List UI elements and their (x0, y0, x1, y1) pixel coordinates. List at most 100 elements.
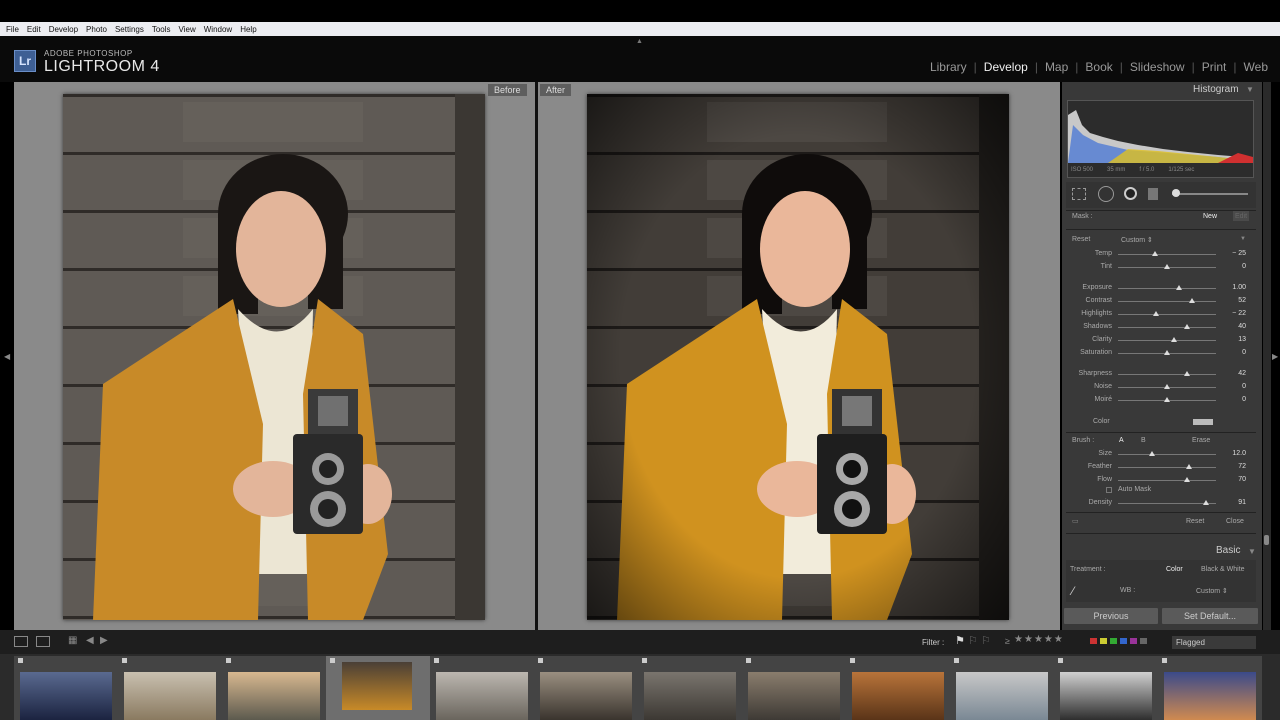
filmstrip-thumbnail[interactable] (852, 672, 944, 720)
slider-knob[interactable] (1189, 298, 1196, 303)
slider-value[interactable]: 1.00 (1226, 284, 1246, 291)
slider-value[interactable]: 0 (1226, 383, 1246, 390)
slider-value[interactable]: 0 (1226, 263, 1246, 270)
filmstrip-thumbnail[interactable] (342, 662, 412, 710)
reset-label[interactable]: Reset (1072, 236, 1090, 243)
filmstrip-thumbnail[interactable] (228, 672, 320, 720)
slider-knob[interactable] (1183, 324, 1190, 329)
pick-flag-icon[interactable] (1058, 658, 1063, 663)
yellow-label-icon[interactable] (1100, 638, 1107, 644)
spot-removal-icon[interactable] (1098, 186, 1114, 202)
slider-value[interactable]: 42 (1226, 370, 1246, 377)
module-book[interactable]: Book (1085, 60, 1112, 74)
slider-track[interactable] (1118, 301, 1216, 302)
slider-track[interactable] (1118, 374, 1216, 375)
star-icon[interactable]: ★ (1014, 634, 1023, 645)
slider-track[interactable] (1118, 340, 1216, 341)
basic-title[interactable]: Basic (1216, 545, 1240, 556)
slider-knob[interactable] (1164, 397, 1170, 402)
panel-scroll-thumb[interactable] (1264, 535, 1269, 545)
grid-view-icon[interactable]: ▦ (68, 635, 77, 646)
auto-mask-checkbox[interactable] (1106, 487, 1112, 493)
filmstrip-thumbnail[interactable] (540, 672, 632, 720)
green-label-icon[interactable] (1110, 638, 1117, 644)
slider-value[interactable]: 0 (1226, 349, 1246, 356)
no-label-icon[interactable] (1140, 638, 1147, 644)
pick-flag-icon[interactable] (226, 658, 231, 663)
menu-photo[interactable]: Photo (86, 25, 107, 34)
filmstrip-thumbnail[interactable] (124, 672, 216, 720)
filmstrip-thumbnail[interactable] (644, 672, 736, 720)
slider-value[interactable]: − 22 (1226, 310, 1246, 317)
brush-slider-knob[interactable] (1185, 464, 1192, 469)
pick-flag-icon[interactable] (434, 658, 439, 663)
brush-slider-value[interactable]: 12.0 (1226, 450, 1246, 457)
nav-forward-icon[interactable]: ▶ (100, 635, 108, 646)
menu-develop[interactable]: Develop (49, 25, 78, 34)
mask-edit-button[interactable]: Edit (1233, 211, 1249, 221)
rating-operator[interactable]: ≥ (1005, 636, 1010, 646)
slider-value[interactable]: 52 (1226, 297, 1246, 304)
pick-flag-icon[interactable] (642, 658, 647, 663)
panel-scrollbar[interactable] (1263, 82, 1271, 630)
brush-slider-track[interactable] (1118, 454, 1216, 455)
pick-flag-icon[interactable] (850, 658, 855, 663)
wb-select[interactable]: Custom ⇕ (1196, 587, 1228, 595)
rating-filter[interactable]: ★ ★ ★ ★ ★ (1014, 634, 1063, 645)
menu-window[interactable]: Window (204, 25, 232, 34)
slider-knob[interactable] (1175, 285, 1182, 290)
brush-slider-track[interactable] (1118, 480, 1216, 481)
pick-flag-icon[interactable] (954, 658, 959, 663)
histogram-title[interactable]: Histogram (1193, 84, 1239, 95)
star-icon[interactable]: ★ (1024, 634, 1033, 645)
density-value[interactable]: 91 (1226, 499, 1246, 506)
purple-label-icon[interactable] (1130, 638, 1137, 644)
menu-file[interactable]: File (6, 25, 19, 34)
color-swatch[interactable] (1193, 419, 1213, 425)
collapse-right-panel-icon[interactable]: ▶ (1272, 352, 1278, 361)
nav-back-icon[interactable]: ◀ (86, 635, 94, 646)
filter-preset-select[interactable]: Flagged (1172, 636, 1256, 649)
pick-flag-icon[interactable] (122, 658, 127, 663)
panel-switch-icon[interactable]: ▭ (1072, 517, 1079, 525)
slider-track[interactable] (1118, 254, 1216, 255)
pick-flag-icon[interactable] (538, 658, 543, 663)
slider-track[interactable] (1118, 314, 1216, 315)
slider-value[interactable]: 0 (1226, 396, 1246, 403)
red-label-icon[interactable] (1090, 638, 1097, 644)
reject-filter-icon[interactable]: ⚐ (981, 634, 991, 647)
filmstrip-thumbnail[interactable] (20, 672, 112, 720)
slider-value[interactable]: − 25 (1226, 250, 1246, 257)
brush-slider-value[interactable]: 70 (1226, 476, 1246, 483)
module-web[interactable]: Web (1244, 60, 1268, 74)
adjustment-brush-icon[interactable] (1172, 193, 1248, 195)
collapse-top-panel-icon[interactable]: ▲ (636, 38, 643, 45)
filmstrip-thumbnail[interactable] (956, 672, 1048, 720)
brush-slider-track[interactable] (1118, 467, 1216, 468)
menu-edit[interactable]: Edit (27, 25, 41, 34)
slider-knob[interactable] (1152, 251, 1159, 256)
pick-flag-icon[interactable] (746, 658, 751, 663)
after-photo[interactable] (587, 94, 1009, 620)
menu-view[interactable]: View (179, 25, 196, 34)
module-map[interactable]: Map (1045, 60, 1068, 74)
second-window-icon[interactable] (36, 636, 50, 647)
slider-knob[interactable] (1164, 384, 1170, 389)
filmstrip-thumbnail[interactable] (1164, 672, 1256, 720)
blue-label-icon[interactable] (1120, 638, 1127, 644)
star-icon[interactable]: ★ (1054, 634, 1063, 645)
mask-new-button[interactable]: New (1203, 213, 1217, 220)
star-icon[interactable]: ★ (1044, 634, 1053, 645)
slider-value[interactable]: 40 (1226, 323, 1246, 330)
treatment-color-option[interactable]: Color (1166, 566, 1183, 573)
before-photo[interactable] (63, 94, 485, 620)
set-default-button[interactable]: Set Default... (1162, 608, 1258, 624)
brush-erase-button[interactable]: Erase (1192, 437, 1210, 444)
pick-flag-icon[interactable] (330, 658, 335, 663)
previous-button[interactable]: Previous (1064, 608, 1158, 624)
panel-close-button[interactable]: Close (1226, 518, 1244, 525)
main-window-icon[interactable] (14, 636, 28, 647)
flag-filter-icon[interactable]: ⚑ (955, 634, 965, 647)
module-print[interactable]: Print (1202, 60, 1227, 74)
histogram-collapse-icon[interactable]: ▼ (1246, 85, 1254, 94)
